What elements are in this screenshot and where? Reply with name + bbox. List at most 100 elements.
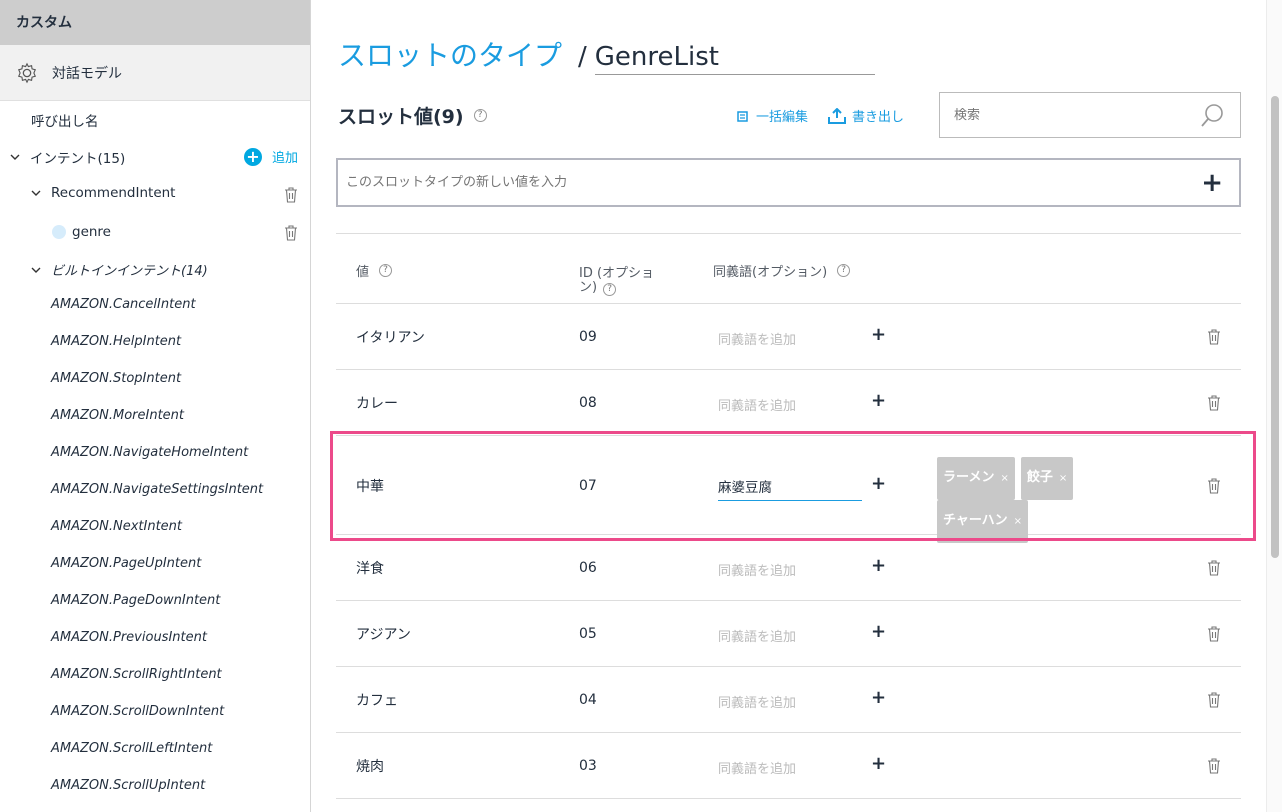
sidebar-item-builtin[interactable]: AMAZON.HelpIntent [51, 334, 310, 349]
table-header: 値 ? ID (オプショ ン)? 同義語(オプション) ? [336, 233, 1241, 304]
chevron-down-icon [31, 190, 41, 196]
sidebar-item-builtin[interactable]: AMAZON.PreviousIntent [51, 630, 310, 645]
add-intent-button[interactable]: + 追加 [244, 147, 298, 166]
bulk-edit-icon [737, 110, 748, 122]
sidebar-item-builtin-intents[interactable]: ビルトインインテント(14) [31, 260, 310, 279]
sidebar-item-builtin[interactable]: AMAZON.NavigateSettingsIntent [51, 482, 310, 497]
sidebar-item-builtin[interactable]: AMAZON.StopIntent [51, 371, 310, 386]
slot-dot-icon [52, 225, 66, 239]
add-label: 追加 [272, 151, 299, 166]
sidebar-item-interaction-model[interactable]: 対話モデル [0, 45, 310, 101]
sidebar-item-builtin[interactable]: AMAZON.ScrollUpIntent [51, 778, 310, 793]
add-synonym-plus-icon[interactable]: + [871, 555, 886, 576]
help-icon[interactable]: ? [837, 264, 851, 277]
trash-icon[interactable] [1207, 626, 1221, 642]
table-row: イタリアン 09 同義語を追加 + [336, 304, 1241, 370]
trash-icon[interactable] [1207, 560, 1221, 576]
sidebar-item-slot-genre[interactable]: genre [52, 224, 310, 240]
builtin-intent-label: AMAZON.NavigateHomeIntent [51, 445, 249, 460]
help-icon[interactable]: ? [379, 264, 393, 277]
trash-icon[interactable] [1207, 329, 1221, 345]
slot-genre-label: genre [72, 224, 111, 240]
col-value-label: 値 [356, 265, 370, 280]
add-synonym-plus-icon[interactable]: + [871, 324, 886, 345]
synonym-input[interactable]: 同義語を追加 [718, 395, 796, 414]
sidebar-item-builtin[interactable]: AMAZON.PageUpIntent [51, 556, 310, 571]
search-input[interactable] [954, 107, 1184, 123]
new-value-input[interactable] [346, 175, 1046, 190]
page-title: スロットのタイプ / GenreList [338, 34, 875, 75]
row-id[interactable]: 05 [579, 626, 597, 642]
synonym-input[interactable]: 同義語を追加 [718, 692, 796, 711]
sidebar-item-builtin[interactable]: AMAZON.PageDownIntent [51, 593, 310, 608]
builtin-intent-label: AMAZON.HelpIntent [51, 334, 182, 349]
sidebar-item-builtin[interactable]: AMAZON.CancelIntent [51, 297, 310, 312]
row-id[interactable]: 03 [579, 758, 597, 774]
row-value[interactable]: アジアン [356, 624, 411, 644]
scrollbar[interactable] [1266, 0, 1282, 812]
sidebar-item-builtin[interactable]: AMAZON.ScrollLeftIntent [51, 741, 310, 756]
help-icon[interactable]: ? [603, 283, 617, 296]
row-id[interactable]: 08 [579, 395, 597, 411]
chevron-down-icon [31, 267, 41, 273]
slot-types-link[interactable]: スロットのタイプ [338, 34, 562, 74]
row-id[interactable]: 09 [579, 329, 597, 345]
trash-icon[interactable] [1207, 395, 1221, 411]
add-synonym-plus-icon[interactable]: + [871, 753, 886, 774]
chevron-down-icon [10, 154, 20, 160]
recommend-intent-label: RecommendIntent [51, 185, 176, 201]
row-value[interactable]: イタリアン [356, 327, 425, 347]
builtin-label: ビルトインインテント(14) [51, 264, 208, 279]
new-value-field[interactable]: + [336, 158, 1241, 207]
synonym-input[interactable]: 同義語を追加 [718, 329, 796, 348]
synonym-input[interactable]: 同義語を追加 [718, 626, 796, 645]
sidebar-item-builtin[interactable]: AMAZON.NextIntent [51, 519, 310, 534]
builtin-intent-label: AMAZON.PageUpIntent [51, 556, 202, 571]
section-title: スロット値(9) ? [338, 102, 487, 129]
row-value[interactable]: 洋食 [356, 558, 384, 578]
sidebar-model-label: 対話モデル [52, 65, 122, 82]
synonym-input[interactable]: 同義語を追加 [718, 560, 796, 579]
gear-icon [17, 62, 37, 83]
slot-type-name-field[interactable]: GenreList [594, 42, 875, 75]
sidebar-item-recommend-intent[interactable]: RecommendIntent [31, 185, 310, 201]
synonym-input[interactable]: 同義語を追加 [718, 758, 796, 777]
sidebar-item-invocation[interactable]: 呼び出し名 [31, 110, 310, 130]
sidebar-item-builtin[interactable]: AMAZON.ScrollRightIntent [51, 667, 310, 682]
highlight-box [330, 431, 1256, 541]
sidebar-item-builtin[interactable]: AMAZON.MoreIntent [51, 408, 310, 423]
col-header-value: 値 ? [356, 261, 393, 280]
row-value[interactable]: カフェ [356, 690, 398, 710]
table-row: 洋食 06 同義語を追加 + [336, 535, 1241, 601]
title-separator: / [578, 42, 587, 72]
row-id[interactable]: 04 [579, 692, 597, 708]
sidebar-item-builtin[interactable]: AMAZON.NavigateHomeIntent [51, 445, 310, 460]
row-value[interactable]: 焼肉 [356, 756, 384, 776]
row-value[interactable]: カレー [356, 393, 398, 413]
table-row: アジアン 05 同義語を追加 + [336, 601, 1241, 667]
sidebar-item-builtin[interactable]: AMAZON.ScrollDownIntent [51, 704, 310, 719]
bulk-edit-button[interactable]: 一括編集 [736, 106, 808, 125]
trash-icon[interactable] [1207, 692, 1221, 708]
add-synonym-plus-icon[interactable]: + [871, 687, 886, 708]
upload-icon [828, 107, 846, 124]
add-synonym-plus-icon[interactable]: + [871, 390, 886, 411]
builtin-intent-label: AMAZON.NextIntent [51, 519, 183, 534]
trash-icon[interactable] [284, 225, 298, 241]
search-icon[interactable] [1200, 102, 1226, 128]
row-id[interactable]: 06 [579, 560, 597, 576]
scrollbar-thumb[interactable] [1271, 96, 1279, 558]
table-row: カレー 08 同義語を追加 + [336, 370, 1241, 436]
search-box[interactable] [939, 92, 1241, 138]
add-value-plus-icon[interactable]: + [1201, 170, 1223, 196]
builtin-intent-label: AMAZON.MoreIntent [51, 408, 185, 423]
table-row: 焼肉 03 同義語を追加 + [336, 733, 1241, 799]
builtin-intent-label: AMAZON.ScrollUpIntent [51, 778, 206, 793]
export-button[interactable]: 書き出し [828, 106, 904, 125]
trash-icon[interactable] [1207, 758, 1221, 774]
builtin-intent-label: AMAZON.NavigateSettingsIntent [51, 482, 264, 497]
trash-icon[interactable] [284, 187, 298, 203]
builtin-intent-label: AMAZON.ScrollLeftIntent [51, 741, 213, 756]
help-icon[interactable]: ? [473, 109, 487, 122]
add-synonym-plus-icon[interactable]: + [871, 621, 886, 642]
